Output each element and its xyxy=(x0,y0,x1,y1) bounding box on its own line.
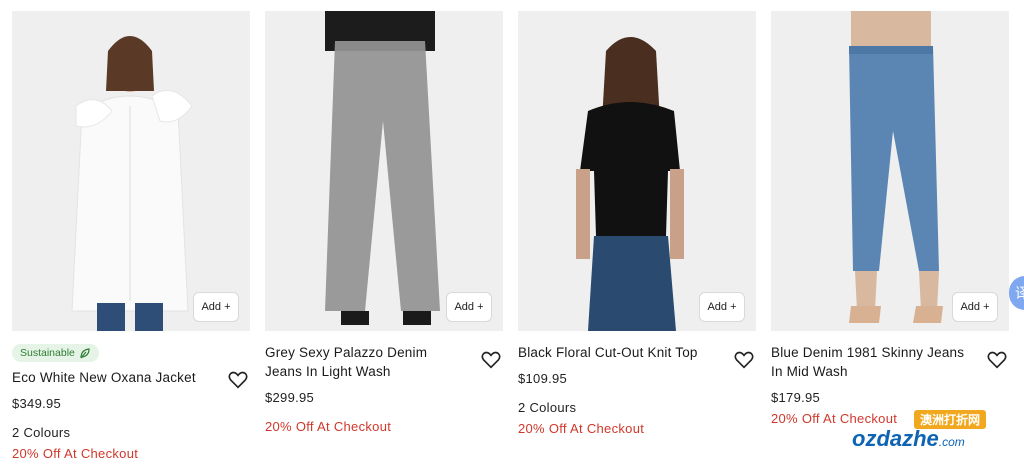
heart-icon[interactable] xyxy=(986,349,1008,371)
product-name[interactable]: Blue Denim 1981 Skinny Jeans In Mid Wash xyxy=(771,343,1009,381)
watermark-name: ozdazhe xyxy=(852,426,939,451)
site-watermark: 澳洲打折网 ozdazhe.com xyxy=(842,410,1022,458)
promo-text: 20% Off At Checkout xyxy=(265,419,392,434)
product-image[interactable]: Add + xyxy=(265,11,503,331)
sustainable-badge: Sustainable xyxy=(12,344,99,362)
add-to-cart-button[interactable]: Add + xyxy=(446,292,492,322)
model-black-top-image xyxy=(518,11,756,331)
product-price: $179.95 xyxy=(771,390,821,405)
product-price: $109.95 xyxy=(518,371,568,386)
product-image[interactable]: Add + xyxy=(518,11,756,331)
product-price: $299.95 xyxy=(265,390,315,405)
promo-text: 20% Off At Checkout xyxy=(12,446,139,461)
product-card[interactable]: Add + Black Floral Cut-Out Knit Top $109… xyxy=(518,11,756,436)
sustainable-badge-label: Sustainable xyxy=(20,347,75,359)
product-price: $349.95 xyxy=(12,396,62,411)
heart-icon[interactable] xyxy=(227,369,249,391)
heart-icon[interactable] xyxy=(733,349,755,371)
product-name[interactable]: Black Floral Cut-Out Knit Top xyxy=(518,343,756,362)
heart-icon[interactable] xyxy=(480,349,502,371)
add-to-cart-button[interactable]: Add + xyxy=(699,292,745,322)
product-card[interactable]: Add + Sustainable Eco White New Oxana Ja… xyxy=(12,11,250,461)
product-name[interactable]: Grey Sexy Palazzo Denim Jeans In Light W… xyxy=(265,343,503,381)
product-image[interactable]: Add + xyxy=(12,11,250,331)
product-grid: Add + Sustainable Eco White New Oxana Ja… xyxy=(0,0,1024,464)
add-to-cart-button[interactable]: Add + xyxy=(193,292,239,322)
watermark-suffix: .com xyxy=(938,435,965,449)
leaf-icon xyxy=(80,348,90,359)
model-grey-jeans-image xyxy=(265,11,503,331)
product-card[interactable]: Add + Blue Denim 1981 Skinny Jeans In Mi… xyxy=(771,11,1009,426)
model-white-jacket-image xyxy=(12,11,250,331)
colour-count[interactable]: 2 Colours xyxy=(12,425,250,440)
product-image[interactable]: Add + xyxy=(771,11,1009,331)
watermark-logo: ozdazhe.com xyxy=(852,426,965,452)
product-card[interactable]: Add + Grey Sexy Palazzo Denim Jeans In L… xyxy=(265,11,503,434)
add-to-cart-button[interactable]: Add + xyxy=(952,292,998,322)
promo-text: 20% Off At Checkout xyxy=(518,421,645,436)
model-blue-jeans-image xyxy=(771,11,1009,331)
product-name[interactable]: Eco White New Oxana Jacket xyxy=(12,368,250,387)
colour-count[interactable]: 2 Colours xyxy=(518,400,756,415)
